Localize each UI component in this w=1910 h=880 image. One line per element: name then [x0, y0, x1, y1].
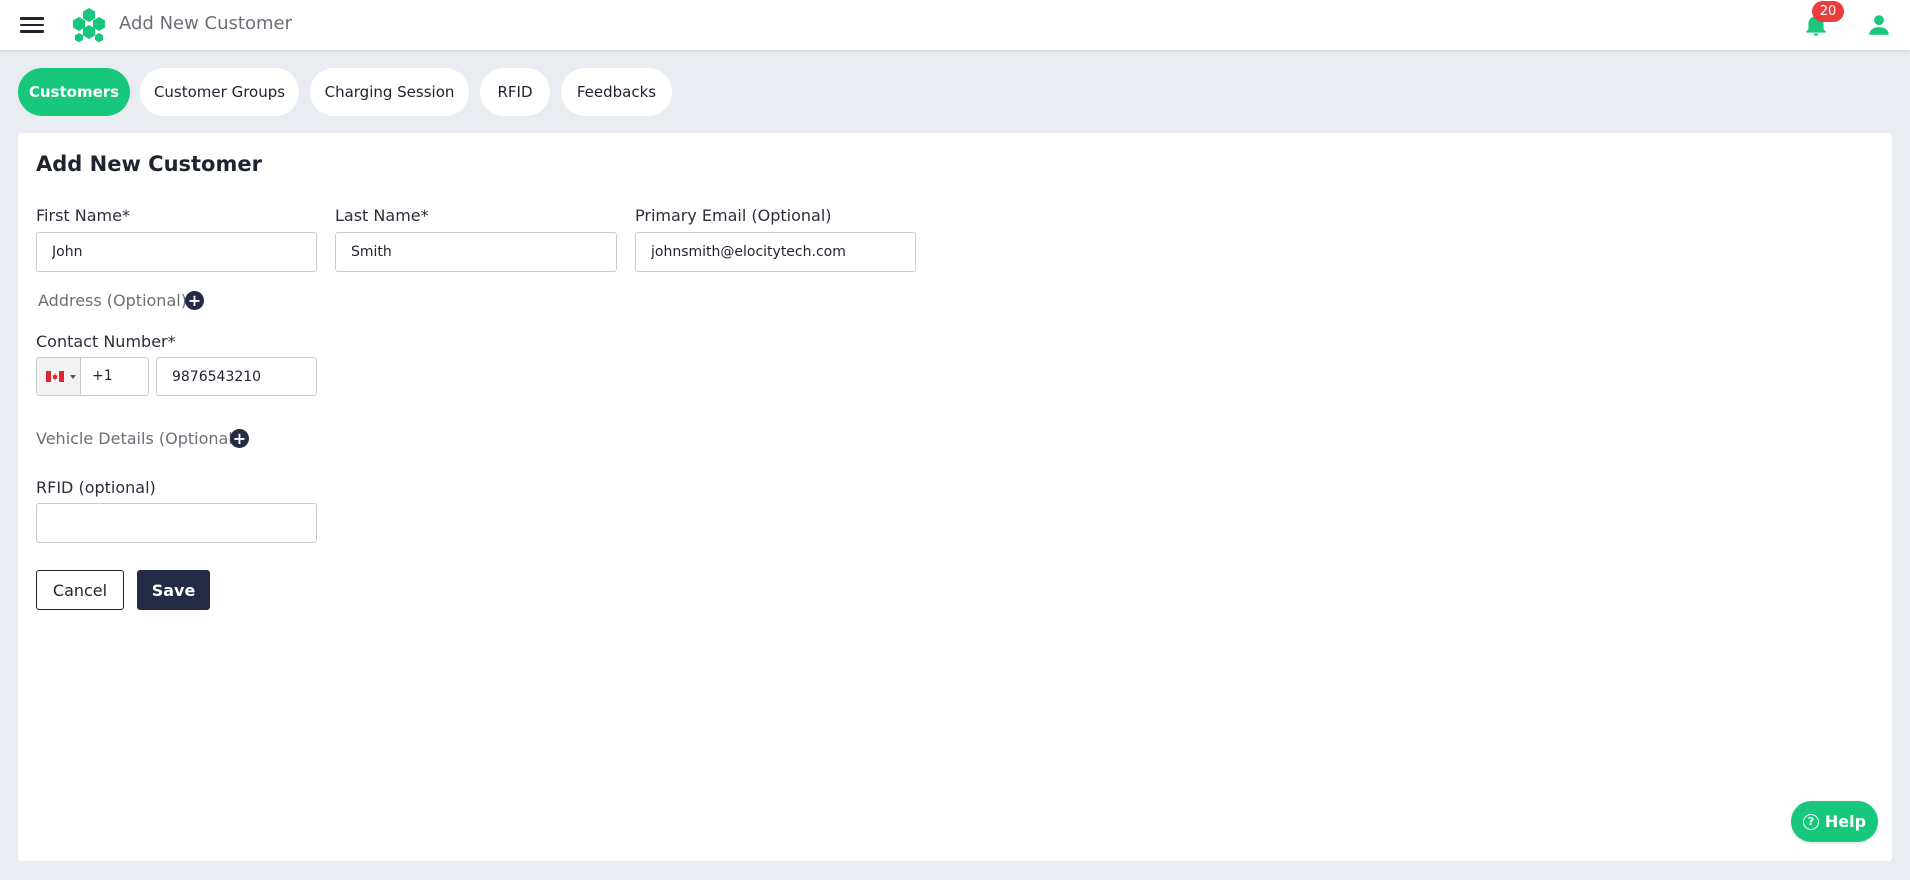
first-name-label: First Name* — [36, 206, 130, 225]
question-circle-icon: ? — [1802, 813, 1819, 830]
add-address-plus-icon[interactable]: + — [185, 291, 204, 310]
last-name-input[interactable] — [335, 232, 617, 272]
rfid-input[interactable] — [36, 503, 317, 543]
country-code-selector: +1 — [36, 357, 149, 396]
user-icon[interactable] — [1866, 12, 1892, 38]
form-title: Add New Customer — [36, 152, 262, 176]
last-name-label: Last Name* — [335, 206, 429, 225]
first-name-input[interactable] — [36, 232, 317, 272]
address-label: Address (Optional) — [38, 291, 187, 310]
add-vehicle-plus-icon[interactable]: + — [230, 429, 249, 448]
canada-flag-icon — [46, 371, 64, 382]
tab-rfid[interactable]: RFID — [480, 68, 550, 116]
notification-badge: 20 — [1812, 1, 1844, 22]
email-input[interactable] — [635, 232, 916, 272]
contact-number-label: Contact Number* — [36, 332, 176, 351]
contact-number-input[interactable] — [156, 357, 317, 396]
app-title: Add New Customer — [119, 13, 292, 34]
hamburger-menu-icon[interactable] — [20, 14, 44, 36]
dial-code: +1 — [92, 368, 113, 384]
help-button[interactable]: ? Help — [1791, 801, 1878, 842]
top-bar: Add New Customer 20 — [0, 0, 1910, 50]
cancel-button[interactable]: Cancel — [36, 570, 124, 610]
tab-customers[interactable]: Customers — [18, 68, 130, 116]
chevron-down-icon — [70, 375, 76, 379]
app-logo-icon — [73, 8, 105, 43]
tab-customer-groups[interactable]: Customer Groups — [140, 68, 299, 116]
country-dropdown-button[interactable] — [37, 358, 81, 395]
email-label: Primary Email (Optional) — [635, 206, 832, 225]
tab-feedbacks[interactable]: Feedbacks — [561, 68, 672, 116]
save-button[interactable]: Save — [137, 570, 210, 610]
help-label: Help — [1824, 812, 1867, 831]
vehicle-details-label: Vehicle Details (Optional) — [36, 429, 239, 448]
tab-charging-session[interactable]: Charging Session — [310, 68, 469, 116]
rfid-label: RFID (optional) — [36, 478, 156, 497]
